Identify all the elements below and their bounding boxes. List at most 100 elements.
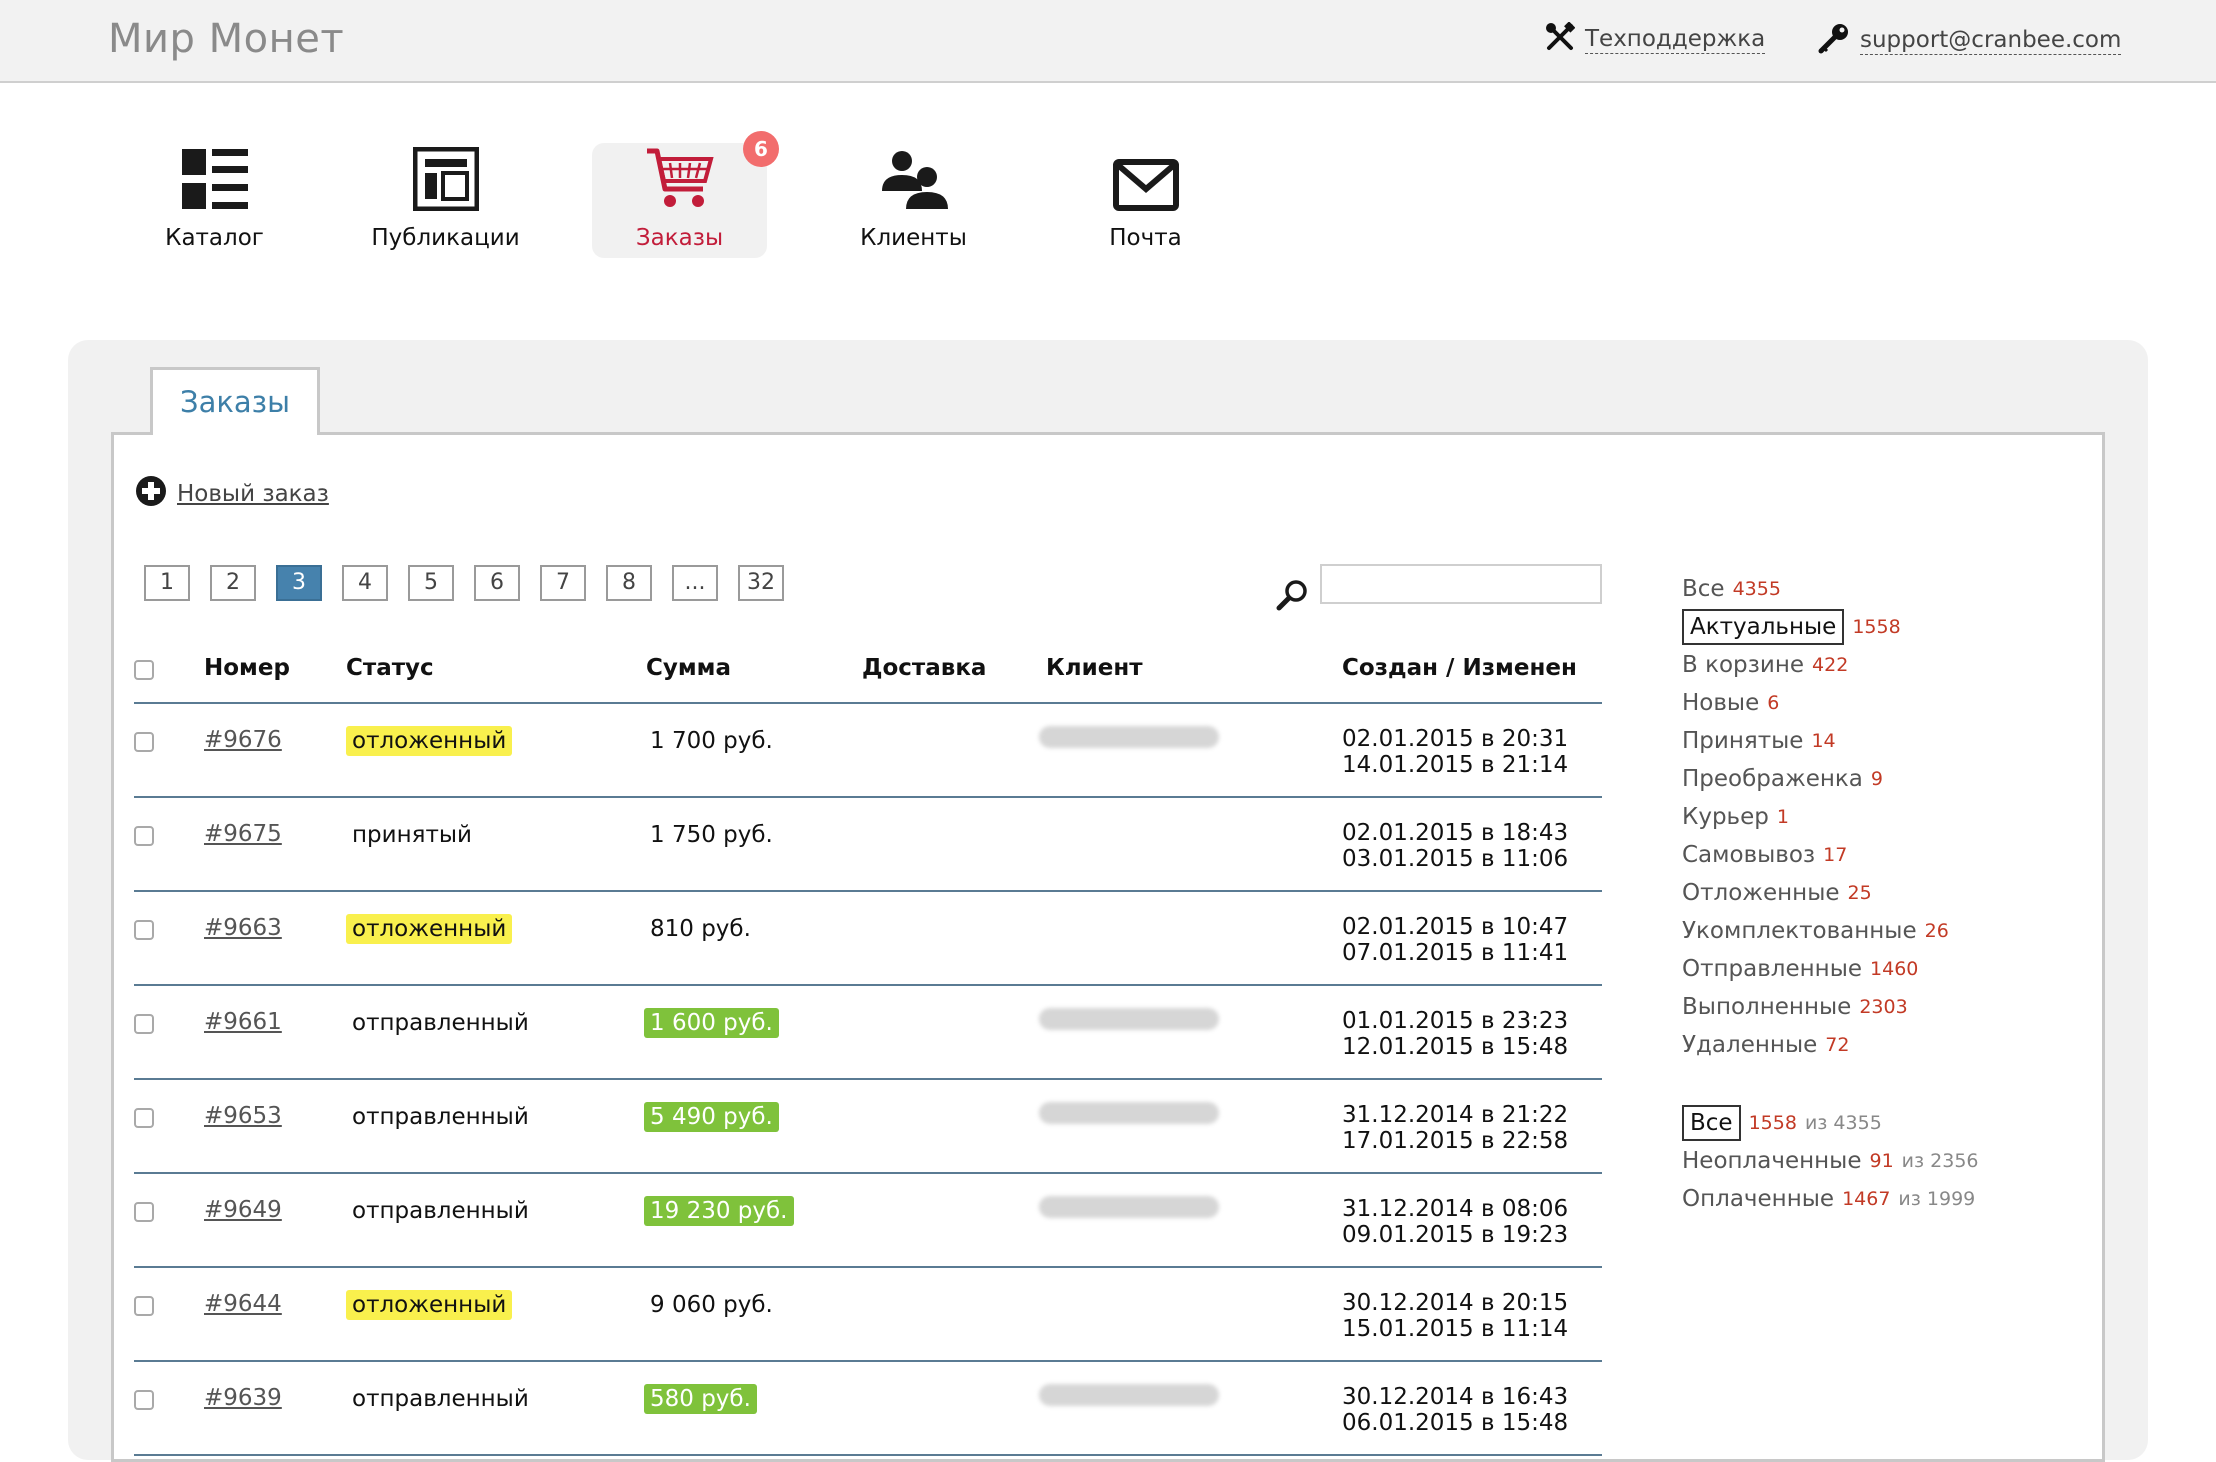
row-checkbox[interactable] xyxy=(134,1202,154,1222)
order-number-link[interactable]: #9644 xyxy=(204,1291,282,1317)
page-button[interactable]: 4 xyxy=(342,565,388,601)
status-filter-label: Укомплектованные xyxy=(1682,918,1917,944)
col-sum[interactable]: Сумма xyxy=(646,655,731,681)
status-filter-count: 6 xyxy=(1767,692,1780,714)
status-filter-item[interactable]: Преображенка 9 xyxy=(1682,760,1979,798)
order-number-link[interactable]: #9649 xyxy=(204,1197,282,1223)
payment-filter-total: из 4355 xyxy=(1804,1112,1882,1134)
row-checkbox[interactable] xyxy=(134,920,154,940)
status-filter-item[interactable]: Новые 6 xyxy=(1682,684,1979,722)
new-order-link[interactable]: Новый заказ xyxy=(135,475,329,513)
order-number-link[interactable]: #9663 xyxy=(204,915,282,941)
order-sum: 9 060 руб. xyxy=(650,1292,773,1318)
nav-mail[interactable]: Почта xyxy=(1058,143,1233,258)
search-input[interactable] xyxy=(1320,564,1602,604)
col-client[interactable]: Клиент xyxy=(1046,655,1143,681)
status-filter-item[interactable]: Отправленные 1460 xyxy=(1682,950,1979,988)
page-button[interactable]: 1 xyxy=(144,565,190,601)
table-body: #9676 отложенный 1 700 руб. 02.01.2015 в 20… xyxy=(134,704,1602,1456)
row-checkbox[interactable] xyxy=(134,826,154,846)
order-status: принятый xyxy=(352,822,472,848)
page-button[interactable]: ... xyxy=(672,565,718,601)
order-dates: 31.12.2014 в 21:22 17.01.2015 в 22:58 xyxy=(1342,1102,1568,1154)
order-number-link[interactable]: #9675 xyxy=(204,821,282,847)
page-button[interactable]: 3 xyxy=(276,565,322,601)
status-filter-count: 422 xyxy=(1812,654,1849,676)
row-checkbox[interactable] xyxy=(134,1296,154,1316)
payment-filter-item[interactable]: Неоплаченные 91 из 2356 xyxy=(1682,1142,1979,1180)
status-filter-label: Самовывоз xyxy=(1682,842,1816,868)
page-button[interactable]: 5 xyxy=(408,565,454,601)
order-number-link[interactable]: #9639 xyxy=(204,1385,282,1411)
nav-publications[interactable]: Публикации xyxy=(358,143,533,258)
payment-filter-item[interactable]: Все 1558 из 4355 xyxy=(1682,1104,1979,1142)
status-filter-count: 1 xyxy=(1776,806,1789,828)
col-status[interactable]: Статус xyxy=(346,655,434,681)
nav-catalog[interactable]: Каталог xyxy=(127,143,302,258)
status-filter-item[interactable]: Все 4355 xyxy=(1682,570,1979,608)
select-all-checkbox[interactable] xyxy=(134,660,154,680)
order-sum: 580 руб. xyxy=(644,1384,757,1414)
table-row: #9663 отложенный 810 руб. 02.01.2015 в 10:4… xyxy=(134,892,1602,986)
page-button[interactable]: 6 xyxy=(474,565,520,601)
created-date: 02.01.2015 в 10:47 xyxy=(1342,914,1569,940)
status-filter-label: Удаленные xyxy=(1682,1032,1818,1058)
status-filter-item[interactable]: Принятые 14 xyxy=(1682,722,1979,760)
modified-date: 14.01.2015 в 21:14 xyxy=(1342,752,1569,778)
status-filter-item[interactable]: Курьер 1 xyxy=(1682,798,1979,836)
status-filter-item[interactable]: Отложенные 25 xyxy=(1682,874,1979,912)
users-icon xyxy=(880,149,948,215)
status-filter-item[interactable]: Удаленные 72 xyxy=(1682,1026,1979,1064)
col-number[interactable]: Номер xyxy=(204,655,290,681)
row-checkbox[interactable] xyxy=(134,1014,154,1034)
payment-filter-total: из 1999 xyxy=(1898,1188,1976,1210)
email-link[interactable]: support@cranbee.com xyxy=(1818,22,2122,60)
table-row: #9675 принятый 1 750 руб. 02.01.2015 в 18:4… xyxy=(134,798,1602,892)
status-filter-count: 25 xyxy=(1847,882,1872,904)
tools-icon xyxy=(1545,21,1576,58)
col-delivery[interactable]: Доставка xyxy=(862,655,986,681)
status-filter-label: В корзине xyxy=(1682,652,1805,678)
page-button[interactable]: 2 xyxy=(210,565,256,601)
status-filter-item[interactable]: Выполненные 2303 xyxy=(1682,988,1979,1026)
status-filter-count: 1558 xyxy=(1852,616,1901,638)
status-filter-item[interactable]: В корзине 422 xyxy=(1682,646,1979,684)
created-date: 01.01.2015 в 23:23 xyxy=(1342,1008,1569,1034)
support-link[interactable]: Техподдержка xyxy=(1545,21,1766,58)
page-button[interactable]: 32 xyxy=(738,565,784,601)
status-filter-label: Принятые xyxy=(1682,728,1804,754)
payment-filter-label: Все xyxy=(1682,1105,1741,1141)
table-row: #9661 отправленный 1 600 руб. 01.01.2015 в … xyxy=(134,986,1602,1080)
order-status: отправленный xyxy=(352,1386,529,1412)
status-filter-count: 26 xyxy=(1924,920,1949,942)
row-checkbox[interactable] xyxy=(134,1390,154,1410)
order-status: отправленный xyxy=(352,1104,529,1130)
nav-clients[interactable]: Клиенты xyxy=(826,143,1001,258)
order-dates: 30.12.2014 в 16:43 06.01.2015 в 15:48 xyxy=(1342,1384,1568,1436)
status-filter-item[interactable]: Укомплектованные 26 xyxy=(1682,912,1979,950)
row-checkbox[interactable] xyxy=(134,1108,154,1128)
created-date: 02.01.2015 в 20:31 xyxy=(1342,726,1569,752)
order-dates: 02.01.2015 в 18:43 03.01.2015 в 11:06 xyxy=(1342,820,1568,872)
order-sum: 810 руб. xyxy=(650,916,751,942)
status-filter-count: 1460 xyxy=(1870,958,1919,980)
order-number-link[interactable]: #9661 xyxy=(204,1009,282,1035)
new-order-label: Новый заказ xyxy=(177,481,329,507)
page-button[interactable]: 7 xyxy=(540,565,586,601)
order-status: отправленный xyxy=(352,1010,529,1036)
search-icon[interactable] xyxy=(1275,578,1309,616)
tab-orders[interactable]: Заказы xyxy=(150,367,320,435)
row-checkbox[interactable] xyxy=(134,732,154,752)
email-link-label: support@cranbee.com xyxy=(1860,27,2122,55)
col-dates[interactable]: Создан / Изменен xyxy=(1342,655,1577,681)
order-number-link[interactable]: #9653 xyxy=(204,1103,282,1129)
nav-orders[interactable]: Заказы 6 xyxy=(592,131,779,258)
payment-filter-item[interactable]: Оплаченные 1467 из 1999 xyxy=(1682,1180,1979,1218)
status-filter-item[interactable]: Самовывоз 17 xyxy=(1682,836,1979,874)
order-number-link[interactable]: #9676 xyxy=(204,727,282,753)
top-bar: Мир Монет Техподдержка support@cranbee.c… xyxy=(0,0,2216,83)
created-date: 02.01.2015 в 18:43 xyxy=(1342,820,1569,846)
status-filter-item[interactable]: Актуальные 1558 xyxy=(1682,608,1979,646)
page-button[interactable]: 8 xyxy=(606,565,652,601)
brand-title: Мир Монет xyxy=(108,16,345,62)
